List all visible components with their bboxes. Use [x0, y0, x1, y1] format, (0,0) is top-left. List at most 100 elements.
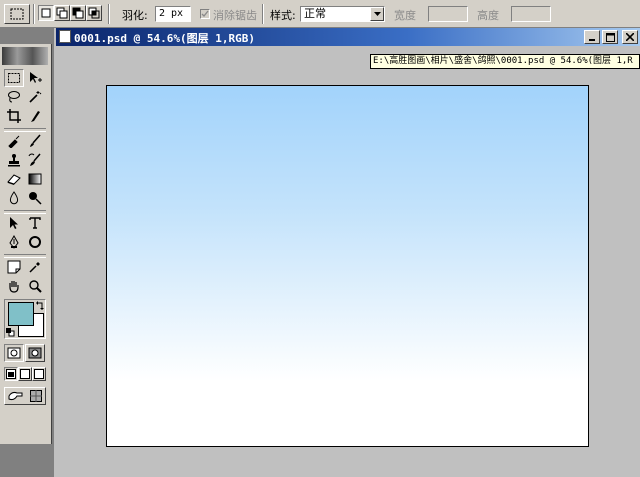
default-colors-icon[interactable]: [6, 328, 15, 337]
subtract-selection-icon: [72, 7, 84, 19]
new-selection-icon: [41, 8, 51, 18]
document-path-tooltip: E:\高胜图画\相片\盛舍\鸽照\0001.psd @ 54.6%(图层 1,R: [370, 54, 640, 69]
add-selection-icon: [56, 7, 68, 19]
style-select[interactable]: 正常: [300, 6, 385, 22]
chevron-down-icon[interactable]: [370, 7, 384, 21]
screen-mode-full-button[interactable]: [32, 367, 46, 381]
pen-tool[interactable]: [4, 233, 24, 251]
healing-brush-tool[interactable]: [4, 132, 24, 150]
image-canvas[interactable]: [106, 85, 589, 447]
quick-mask-button[interactable]: [25, 344, 45, 362]
zoom-magnifier-icon: [29, 280, 42, 293]
separator: [262, 4, 264, 24]
style-select-value: 正常: [304, 7, 326, 20]
healing-brush-icon: [8, 135, 20, 148]
notes-tool[interactable]: [4, 258, 24, 276]
gradient-tool[interactable]: [25, 170, 45, 188]
height-label: 高度: [477, 9, 499, 22]
type-t-icon: [29, 217, 41, 229]
quick-mask-icon: [28, 347, 42, 359]
close-button[interactable]: [622, 30, 638, 44]
screen-mode-full-menu-icon: [20, 369, 30, 379]
toolbox-header-logo[interactable]: [2, 47, 48, 65]
antialias-checkbox[interactable]: [200, 9, 210, 19]
standard-mode-icon: [7, 347, 21, 359]
crop-icon: [7, 109, 21, 123]
move-tool[interactable]: [25, 69, 45, 87]
separator: [108, 4, 110, 24]
feather-label: 羽化:: [122, 9, 148, 22]
height-input[interactable]: [511, 6, 551, 22]
jump-to-imageready-button[interactable]: [4, 387, 46, 405]
maximize-icon: [605, 32, 615, 42]
maximize-button[interactable]: [602, 30, 618, 44]
checkmark-icon: [201, 10, 209, 17]
document-window: 0001.psd @ 54.6%(图层 1,RGB) E:\高胜图画\相片\盛舍…: [56, 28, 640, 477]
path-selection-arrow-icon: [10, 217, 18, 229]
history-brush-tool[interactable]: [25, 151, 45, 169]
eraser-tool[interactable]: [4, 170, 24, 188]
lasso-tool[interactable]: [4, 88, 24, 106]
screen-mode-full-icon: [34, 369, 44, 379]
eraser-icon: [7, 174, 21, 185]
clone-stamp-icon: [8, 154, 20, 167]
psd-document-icon[interactable]: [59, 30, 71, 43]
minimize-icon: [589, 39, 595, 41]
close-icon: [626, 33, 634, 41]
magic-wand-icon: [29, 91, 42, 103]
shape-tool[interactable]: [25, 233, 45, 251]
type-tool[interactable]: [25, 214, 45, 232]
path-selection-tool[interactable]: [4, 214, 24, 232]
clone-stamp-tool[interactable]: [4, 151, 24, 169]
hand-icon: [9, 281, 19, 293]
history-brush-icon: [28, 153, 41, 166]
document-title-bar[interactable]: 0001.psd @ 54.6%(图层 1,RGB): [56, 28, 640, 46]
standard-mode-button[interactable]: [4, 344, 24, 362]
toolbox: [0, 44, 52, 444]
dodge-icon: [29, 192, 42, 205]
width-label: 宽度: [394, 9, 416, 22]
imageready-grid-icon: [30, 390, 42, 402]
marquee-icon: [8, 73, 20, 83]
blur-tool[interactable]: [4, 189, 24, 207]
crop-tool[interactable]: [4, 107, 24, 125]
marquee-tool[interactable]: [4, 69, 24, 87]
separator: [33, 4, 35, 24]
hand-tool[interactable]: [4, 277, 24, 295]
screen-mode-standard-button[interactable]: [4, 367, 18, 381]
rectangular-marquee-icon: [10, 8, 24, 20]
imageready-hand-icon: [8, 391, 23, 401]
brush-icon: [30, 134, 41, 147]
screen-mode-full-menu-button[interactable]: [18, 367, 32, 381]
subtract-selection-button[interactable]: [70, 5, 86, 21]
ellipse-shape-icon: [29, 236, 41, 248]
magic-wand-tool[interactable]: [25, 88, 45, 106]
tool-preset-picker[interactable]: [4, 4, 30, 24]
color-swatch-area: [4, 299, 46, 339]
notes-icon: [7, 260, 21, 274]
eyedropper-tool[interactable]: [25, 258, 45, 276]
zoom-tool[interactable]: [25, 277, 45, 295]
document-title: 0001.psd @ 54.6%(图层 1,RGB): [74, 32, 255, 45]
add-selection-button[interactable]: [54, 5, 70, 21]
minimize-button[interactable]: [584, 30, 600, 44]
feather-input[interactable]: 2 px: [155, 6, 191, 22]
document-body: E:\高胜图画\相片\盛舍\鸽照\0001.psd @ 54.6%(图层 1,R: [56, 46, 640, 477]
lasso-icon: [8, 91, 20, 103]
slice-tool[interactable]: [25, 107, 45, 125]
intersect-selection-icon: [88, 7, 100, 19]
slice-knife-icon: [31, 111, 40, 122]
swap-colors-icon[interactable]: [36, 301, 45, 310]
gradient-icon: [28, 173, 42, 185]
width-input[interactable]: [428, 6, 468, 22]
style-label: 样式:: [270, 9, 296, 22]
intersect-selection-button[interactable]: [86, 5, 102, 21]
screen-mode-standard-icon: [6, 369, 16, 379]
blur-drop-icon: [9, 191, 19, 205]
dodge-tool[interactable]: [25, 189, 45, 207]
foreground-color-swatch[interactable]: [8, 302, 34, 326]
new-selection-button[interactable]: [38, 5, 54, 21]
eyedropper-icon: [29, 262, 40, 273]
antialias-label: 消除锯齿: [213, 9, 257, 22]
brush-tool[interactable]: [25, 132, 45, 150]
